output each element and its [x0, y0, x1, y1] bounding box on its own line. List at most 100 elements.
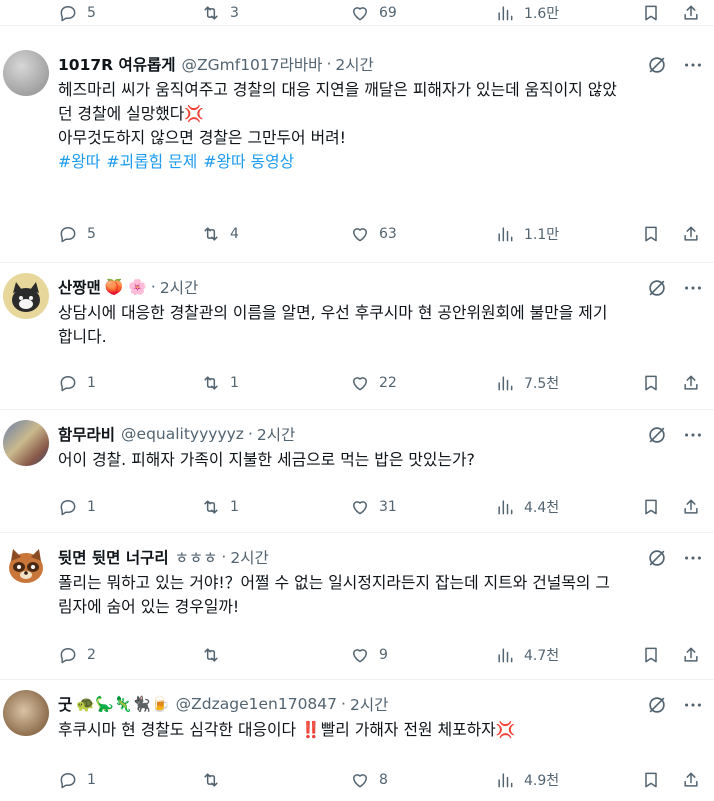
- handle[interactable]: @ZGmf1017라바바: [182, 53, 323, 75]
- post[interactable]: 산짱맨 🍑 🌸 · 2시간 상담시에 대응한 경찰관의 이름을 알면, 우선 후…: [0, 263, 714, 410]
- timestamp[interactable]: 2시간: [160, 276, 198, 298]
- bookmark-button[interactable]: [641, 767, 661, 793]
- views-icon: [498, 6, 513, 21]
- share-button[interactable]: [681, 767, 701, 793]
- grok-icon[interactable]: [646, 54, 668, 76]
- views-icon: [498, 773, 513, 788]
- retweet-icon: [204, 773, 218, 787]
- post-header: 함무라비 @equalityyyyyz · 2시간: [58, 423, 295, 445]
- hashtag-link[interactable]: #왕따: [58, 152, 100, 171]
- handle[interactable]: @equalityyyyyz: [121, 425, 244, 443]
- reply-icon: [60, 773, 76, 789]
- timestamp[interactable]: 2시간: [335, 53, 373, 75]
- views-button[interactable]: 4.7천: [495, 642, 559, 668]
- display-name[interactable]: 1017R 여유롭게: [58, 53, 176, 75]
- reply-button[interactable]: 5: [58, 0, 96, 26]
- views-button[interactable]: 7.5천: [495, 370, 559, 396]
- reply-icon: [60, 648, 76, 664]
- grok-icon[interactable]: [646, 277, 668, 299]
- avatar[interactable]: [3, 543, 49, 589]
- hashtag-link[interactable]: #왕따 동영상: [203, 152, 294, 171]
- more-options-icon[interactable]: [682, 54, 704, 76]
- like-button[interactable]: 8: [350, 767, 388, 793]
- like-button[interactable]: 63: [350, 221, 397, 247]
- views-icon: [498, 648, 513, 663]
- retweet-icon: [204, 227, 218, 241]
- heart-icon: [353, 501, 367, 515]
- retweet-icon: [204, 648, 218, 662]
- display-name[interactable]: 굿: [58, 693, 72, 715]
- retweet-button[interactable]: 3: [201, 0, 239, 26]
- avatar[interactable]: [3, 420, 49, 466]
- display-name[interactable]: 함무라비: [58, 423, 115, 445]
- views-button[interactable]: 4.4천: [495, 494, 559, 520]
- more-options-icon[interactable]: [682, 547, 704, 569]
- bookmark-button[interactable]: [641, 494, 661, 520]
- timestamp[interactable]: 2시간: [230, 546, 268, 568]
- retweet-button[interactable]: 1: [201, 494, 239, 520]
- post-text-line: 합니다.: [58, 327, 107, 346]
- views-button[interactable]: 1.1만: [495, 221, 559, 247]
- like-button[interactable]: 9: [350, 642, 388, 668]
- more-options-icon[interactable]: [682, 277, 704, 299]
- retweet-icon: [204, 500, 218, 514]
- share-icon: [684, 647, 698, 662]
- views-button[interactable]: 1.6만: [495, 0, 559, 26]
- bookmark-icon: [645, 375, 657, 391]
- retweet-icon: [204, 6, 218, 20]
- bookmark-button[interactable]: [641, 370, 661, 396]
- post[interactable]: 뒷면 뒷면 너구리 ㅎㅎㅎ · 2시간 폴리는 뭐하고 있는 거야!？어쩔 수 …: [0, 533, 714, 680]
- post[interactable]: 함무라비 @equalityyyyyz · 2시간 어이 경찰. 피해자 가족이…: [0, 410, 714, 533]
- name-emoji: 🍑 🌸: [104, 278, 147, 296]
- hashtag-list: #왕따 #괴롭힘 문제 #왕따 동영상: [58, 150, 698, 174]
- reply-button[interactable]: 1: [58, 494, 96, 520]
- views-button[interactable]: 4.9천: [495, 767, 559, 793]
- reply-button[interactable]: 5: [58, 221, 96, 247]
- action-bar: 1 1 22 7.5천: [58, 370, 714, 396]
- timestamp[interactable]: 2시간: [350, 693, 388, 715]
- display-name[interactable]: 뒷면 뒷면 너구리: [58, 546, 169, 568]
- more-options-icon[interactable]: [682, 694, 704, 716]
- grok-icon[interactable]: [646, 424, 668, 446]
- post[interactable]: 굿 🐢🦕🦎🐈‍⬛🍺 @Zdzage1en170847 · 2시간 후쿠시마 현 …: [0, 680, 714, 801]
- share-icon: [684, 772, 698, 787]
- post-header: 산짱맨 🍑 🌸 · 2시간: [58, 276, 198, 298]
- share-button[interactable]: [681, 494, 701, 520]
- share-button[interactable]: [681, 0, 701, 26]
- retweet-button[interactable]: 4: [201, 221, 239, 247]
- avatar[interactable]: [3, 690, 49, 736]
- retweet-button[interactable]: [201, 767, 230, 793]
- hashtag-link[interactable]: #괴롭힘 문제: [106, 152, 197, 171]
- views-icon: [498, 227, 513, 242]
- like-button[interactable]: 69: [350, 0, 397, 26]
- timestamp[interactable]: 2시간: [257, 423, 295, 445]
- grok-icon[interactable]: [646, 694, 668, 716]
- action-bar: 5 3 69 1.6만: [58, 0, 714, 26]
- more-options-icon[interactable]: [682, 424, 704, 446]
- avatar[interactable]: [3, 273, 49, 319]
- share-button[interactable]: [681, 642, 701, 668]
- separator-dot: ·: [326, 55, 332, 73]
- retweet-button[interactable]: 1: [201, 370, 239, 396]
- handle[interactable]: @Zdzage1en170847: [176, 695, 337, 713]
- bookmark-button[interactable]: [641, 221, 661, 247]
- grok-icon[interactable]: [646, 547, 668, 569]
- like-button[interactable]: 31: [350, 494, 397, 520]
- post[interactable]: 1017R 여유롭게 @ZGmf1017라바바 · 2시간 헤즈마리 씨가 움직…: [0, 40, 714, 263]
- handle[interactable]: ㅎㅎㅎ: [175, 546, 218, 568]
- reply-button[interactable]: 1: [58, 370, 96, 396]
- avatar[interactable]: [3, 50, 49, 96]
- share-icon: [684, 499, 698, 514]
- share-button[interactable]: [681, 370, 701, 396]
- reply-button[interactable]: 2: [58, 642, 96, 668]
- display-name[interactable]: 산짱맨: [58, 276, 101, 298]
- bookmark-button[interactable]: [641, 0, 661, 26]
- views-icon: [498, 500, 513, 515]
- retweet-button[interactable]: [201, 642, 230, 668]
- post-text: 헤즈마리 씨가 움직여주고 경찰의 대응 지연을 깨달은 피해자가 있는데 움직…: [58, 78, 698, 174]
- bookmark-button[interactable]: [641, 642, 661, 668]
- reply-button[interactable]: 1: [58, 767, 96, 793]
- share-button[interactable]: [681, 221, 701, 247]
- like-button[interactable]: 22: [350, 370, 397, 396]
- action-bar: 1 8 4.9천: [58, 767, 714, 793]
